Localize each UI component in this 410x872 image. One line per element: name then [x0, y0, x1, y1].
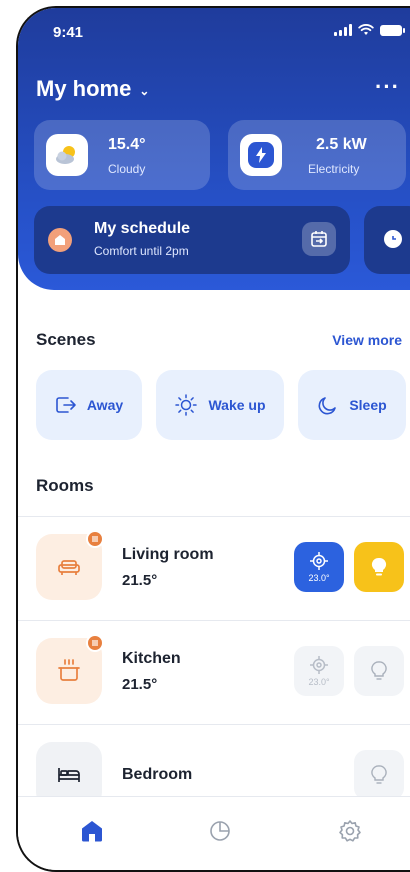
bottom-nav [18, 796, 410, 870]
scenes-title: Scenes [36, 330, 96, 349]
electricity-card[interactable]: 2.5 kW Electricity [228, 120, 406, 190]
weather-card[interactable]: 15.4° Cloudy [34, 120, 210, 190]
thermostat-button[interactable]: 23.0° [294, 542, 344, 592]
status-bar: 9:41 [18, 8, 410, 58]
status-time: 9:41 [53, 24, 84, 41]
scene-label: Wake up [208, 397, 266, 413]
wifi-icon [358, 24, 374, 35]
schedule-subtitle: Comfort until 2pm [94, 244, 189, 258]
electricity-label: Electricity [308, 162, 360, 176]
schedule-card[interactable]: My schedule Comfort until 2pm [34, 206, 350, 274]
moon-icon [318, 397, 337, 415]
room-name: Kitchen [122, 650, 181, 667]
lightbulb-icon [371, 557, 387, 576]
lightbulb-icon [371, 661, 387, 680]
sun-icon [175, 394, 198, 416]
divider [18, 620, 410, 621]
chevron-down-icon: ⌄ [139, 84, 150, 98]
scene-label: Sleep [349, 397, 387, 413]
room-name: Bedroom [122, 766, 193, 783]
room-name: Living room [122, 546, 214, 563]
weather-temp: 15.4° [108, 136, 146, 153]
view-more-link[interactable]: View more [332, 332, 402, 348]
light-toggle[interactable] [354, 750, 404, 800]
divider [18, 724, 410, 725]
battery-icon [380, 24, 405, 36]
exit-icon [56, 397, 76, 413]
thermostat-icon [310, 552, 328, 570]
nav-stats-icon[interactable] [206, 817, 234, 845]
calendar-icon[interactable] [302, 222, 336, 256]
scene-sleep-button[interactable]: Sleep [298, 370, 406, 440]
schedule-card-secondary[interactable] [364, 206, 410, 274]
header-panel: 9:41 My home ⌄ ··· 15.4° Cloudy 2.5 kW E… [18, 8, 410, 290]
nav-home-icon[interactable] [78, 817, 106, 845]
lightning-icon [240, 134, 282, 176]
clock-icon [384, 230, 402, 248]
thermostat-icon [310, 656, 328, 674]
light-toggle[interactable] [354, 542, 404, 592]
room-temp: 21.5° [122, 572, 158, 589]
home-icon [48, 228, 72, 252]
thermostat-value: 23.0° [308, 573, 330, 583]
room-temp: 21.5° [122, 676, 158, 693]
heating-badge-icon [86, 634, 104, 652]
more-options-icon[interactable]: ··· [375, 74, 400, 100]
electricity-value: 2.5 kW [316, 136, 367, 153]
scene-label: Away [86, 397, 124, 413]
signal-icon [334, 24, 352, 36]
phone-frame: 9:41 My home ⌄ ··· 15.4° Cloudy 2.5 kW E… [16, 6, 410, 872]
weather-cloudy-icon [46, 134, 88, 176]
rooms-title: Rooms [36, 476, 94, 495]
schedule-title: My schedule [94, 220, 191, 237]
light-toggle[interactable] [354, 646, 404, 696]
home-title: My home [36, 76, 132, 101]
lightbulb-icon [371, 765, 387, 784]
nav-settings-icon[interactable] [336, 817, 364, 845]
home-selector[interactable]: My home ⌄ [36, 76, 149, 102]
divider [18, 516, 410, 517]
status-icons [334, 24, 405, 36]
thermostat-value: 23.0° [308, 677, 330, 687]
heating-badge-icon [86, 530, 104, 548]
thermostat-button[interactable]: 23.0° [294, 646, 344, 696]
scene-wake-up-button[interactable]: Wake up [156, 370, 284, 440]
scene-away-button[interactable]: Away [36, 370, 142, 440]
weather-label: Cloudy [108, 162, 146, 176]
